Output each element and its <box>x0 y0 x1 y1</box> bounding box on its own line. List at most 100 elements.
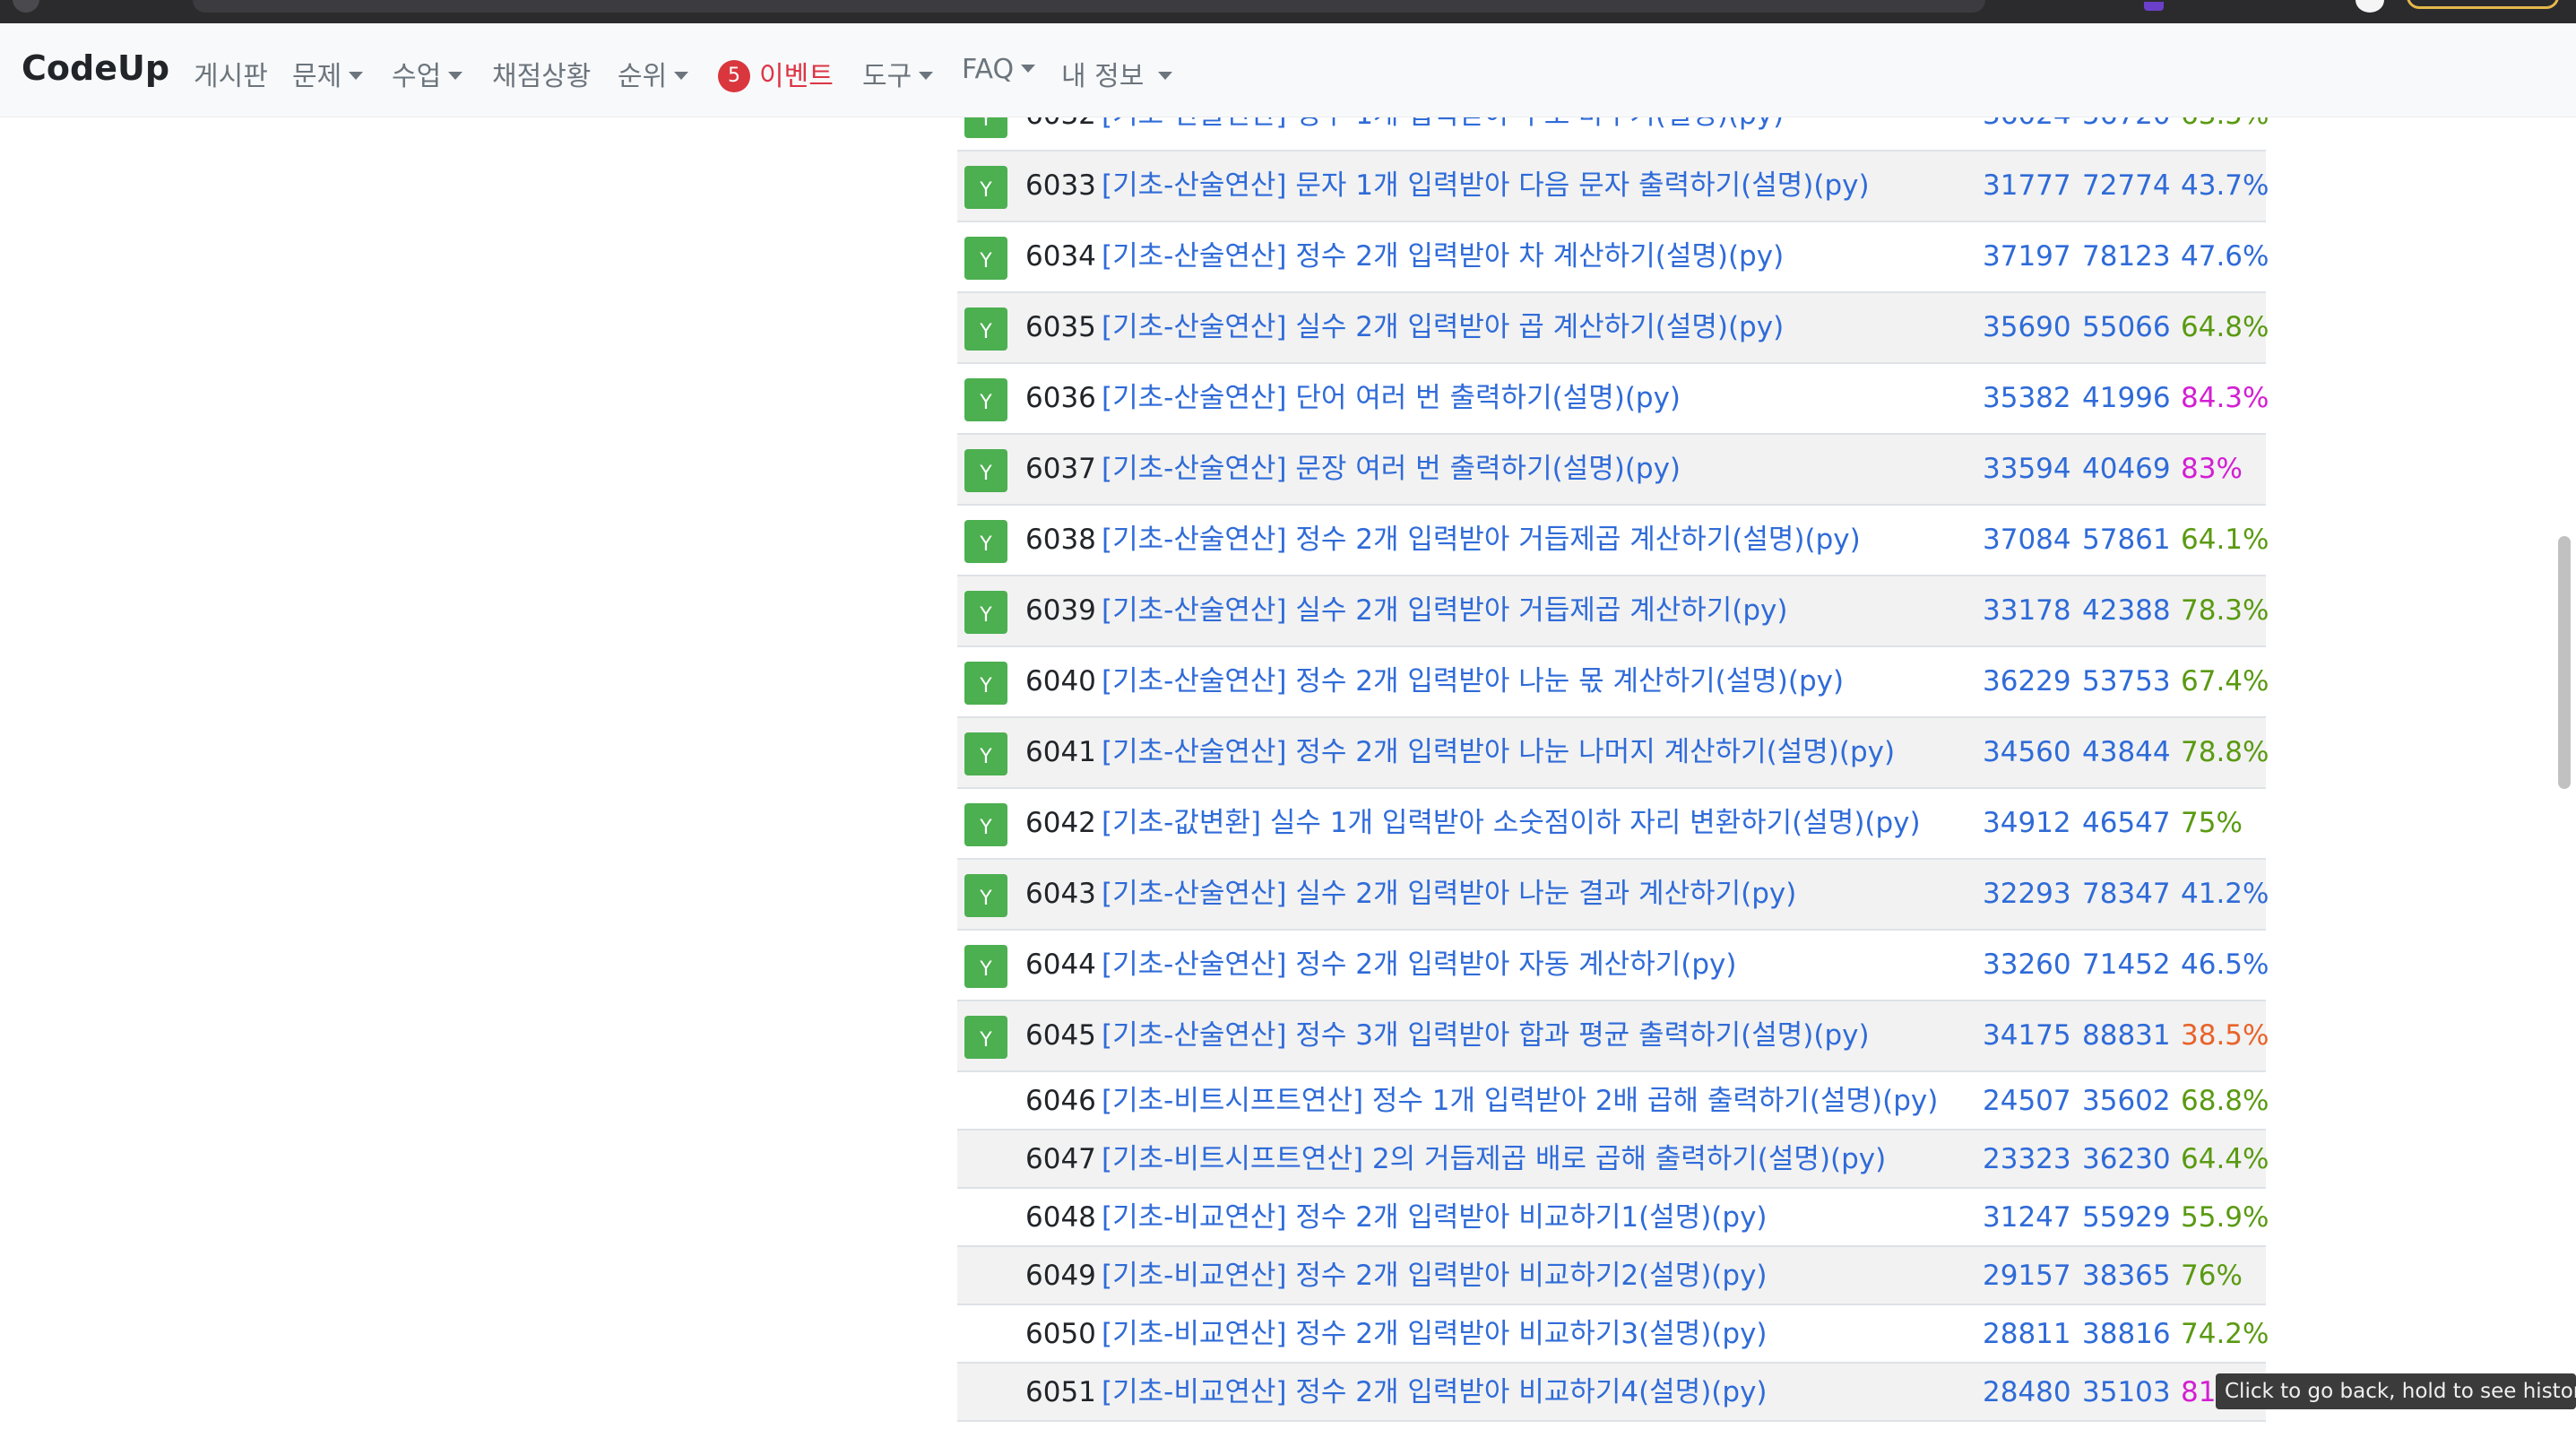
nav-problems[interactable]: 문제 <box>292 54 364 93</box>
problem-title-link[interactable]: [기초-비교연산] 정수 2개 입력받아 비교하기3(설명)(py) <box>1102 1316 1768 1352</box>
submit-count-link[interactable]: 40469 <box>2082 451 2171 487</box>
profile-icon[interactable] <box>2356 0 2384 13</box>
solved-count-link[interactable]: 33594 <box>1983 451 2071 487</box>
submit-count-link[interactable]: 38816 <box>2082 1316 2171 1352</box>
accuracy-rate: 64.8% <box>2181 311 2269 343</box>
submit-count-link[interactable]: 57861 <box>2082 522 2171 558</box>
problem-title-link[interactable]: [기초-산술연산] 실수 2개 입력받아 거듭제곱 계산하기(py) <box>1102 593 1788 628</box>
table-row: Y 6038 [기초-산술연산] 정수 2개 입력받아 거듭제곱 계산하기(설명)(… <box>957 506 2269 576</box>
nav-status[interactable]: 채점상황 <box>492 54 591 93</box>
solved-badge: Y <box>964 1016 1007 1059</box>
scrollbar-thumb[interactable] <box>2558 536 2571 789</box>
problem-id: 6038 <box>1025 524 1096 556</box>
problem-title-link[interactable]: [기초-산술연산] 정수 2개 입력받아 자동 계산하기(py) <box>1102 947 1736 983</box>
problem-title-link[interactable]: [기초-비교연산] 정수 2개 입력받아 비교하기4(설명)(py) <box>1102 1374 1768 1410</box>
solved-badge: Y <box>964 166 1007 209</box>
solved-count-link[interactable]: 37197 <box>1983 238 2071 274</box>
accuracy-rate: 43.7% <box>2181 169 2269 202</box>
nav-ranking[interactable]: 순위 <box>618 54 689 93</box>
nav-faq[interactable]: FAQ <box>962 54 1036 85</box>
solved-count-link[interactable]: 29157 <box>1983 1258 2071 1294</box>
problem-title-link[interactable]: [기초-산술연산] 정수 2개 입력받아 나눈 몫 계산하기(설명)(py) <box>1102 663 1844 699</box>
nav-my-info[interactable]: 내 정보 <box>1061 54 1173 93</box>
table-row: Y 6045 [기초-산술연산] 정수 3개 입력받아 합과 평균 출력하기(설명)… <box>957 1001 2269 1072</box>
submit-count-link[interactable]: 88831 <box>2082 1018 2171 1053</box>
address-bar[interactable] <box>193 0 1985 13</box>
accuracy-rate: 78.8% <box>2181 736 2269 768</box>
solved-count-link[interactable]: 34175 <box>1983 1018 2071 1053</box>
problem-id: 6045 <box>1025 1019 1096 1052</box>
solved-count-link[interactable]: 36229 <box>1983 663 2071 699</box>
solved-count-link[interactable]: 23323 <box>1983 1141 2071 1177</box>
nav-board[interactable]: 게시판 <box>194 54 268 93</box>
submit-count-link[interactable]: 35103 <box>2082 1374 2171 1410</box>
submit-count-link[interactable]: 41996 <box>2082 380 2171 416</box>
submit-count-link[interactable]: 78123 <box>2082 238 2171 274</box>
solved-count-link[interactable]: 34560 <box>1983 734 2071 770</box>
solved-count-link[interactable]: 28811 <box>1983 1316 2071 1352</box>
problem-title-link[interactable]: [기초-값변환] 실수 1개 입력받아 소숫점이하 자리 변환하기(설명)(py… <box>1102 805 1921 841</box>
problem-title-link[interactable]: [기초-비교연산] 정수 2개 입력받아 비교하기2(설명)(py) <box>1102 1258 1768 1294</box>
problem-title-link[interactable]: [기초-산술연산] 문자 1개 입력받아 다음 문자 출력하기(설명)(py) <box>1102 168 1870 204</box>
table-row: Y 6036 [기초-산술연산] 단어 여러 번 출력하기(설명)(py) 35382… <box>957 364 2269 435</box>
solved-badge: Y <box>964 945 1007 988</box>
accuracy-rate: 84.3% <box>2181 382 2269 414</box>
solved-count-link[interactable]: 31777 <box>1983 168 2071 204</box>
solved-count-link[interactable]: 24507 <box>1983 1083 2071 1119</box>
accuracy-rate: 47.6% <box>2181 240 2269 273</box>
problem-title-link[interactable]: [기초-산술연산] 실수 2개 입력받아 나눈 결과 계산하기(py) <box>1102 876 1796 912</box>
problem-id: 6046 <box>1025 1085 1096 1117</box>
table-row: Y 6033 [기초-산술연산] 문자 1개 입력받아 다음 문자 출력하기(설명)… <box>957 152 2269 222</box>
solved-count-link[interactable]: 33178 <box>1983 593 2071 628</box>
submit-count-link[interactable]: 55929 <box>2082 1200 2171 1235</box>
solved-count-link[interactable]: 35382 <box>1983 380 2071 416</box>
problem-title-link[interactable]: [기초-비트시프트연산] 2의 거듭제곱 배로 곱해 출력하기(설명)(py) <box>1102 1141 1886 1177</box>
problem-id: 6050 <box>1025 1318 1096 1350</box>
nav-event[interactable]: 5 이벤트 <box>718 54 834 94</box>
extension-icon[interactable] <box>2144 2 2164 11</box>
submit-count-link[interactable]: 53753 <box>2082 663 2171 699</box>
nav-tools[interactable]: 도구 <box>862 54 934 93</box>
solved-badge: Y <box>964 803 1007 846</box>
table-row: 6049 [기초-비교연산] 정수 2개 입력받아 비교하기2(설명)(py) 29… <box>957 1247 2266 1305</box>
submit-count-link[interactable]: 38365 <box>2082 1258 2171 1294</box>
solved-count-link[interactable]: 28480 <box>1983 1374 2071 1410</box>
back-button[interactable] <box>13 0 39 13</box>
submit-count-link[interactable]: 71452 <box>2082 947 2171 983</box>
solved-badge: Y <box>964 874 1007 917</box>
solved-count-link[interactable]: 32293 <box>1983 876 2071 912</box>
solved-count-link[interactable]: 35690 <box>1983 309 2071 345</box>
brand-logo[interactable]: CodeUp <box>22 48 169 88</box>
submit-count-link[interactable]: 43844 <box>2082 734 2171 770</box>
problem-id: 6037 <box>1025 453 1096 485</box>
submit-count-link[interactable]: 46547 <box>2082 805 2171 841</box>
submit-count-link[interactable]: 78347 <box>2082 876 2171 912</box>
problem-id: 6042 <box>1025 807 1096 839</box>
table-row: Y 6039 [기초-산술연산] 실수 2개 입력받아 거듭제곱 계산하기(py) 3… <box>957 576 2269 647</box>
submit-count-link[interactable]: 36230 <box>2082 1141 2171 1177</box>
chevron-down-icon <box>919 72 934 80</box>
submit-count-link[interactable]: 35602 <box>2082 1083 2171 1119</box>
accuracy-rate: 64.4% <box>2181 1143 2269 1175</box>
problem-title-link[interactable]: [기초-산술연산] 문장 여러 번 출력하기(설명)(py) <box>1102 451 1681 487</box>
nav-classes[interactable]: 수업 <box>392 54 463 93</box>
submit-count-link[interactable]: 55066 <box>2082 309 2171 345</box>
browser-action-button[interactable] <box>2407 0 2559 9</box>
submit-count-link[interactable]: 72774 <box>2082 168 2171 204</box>
problem-title-link[interactable]: [기초-산술연산] 정수 2개 입력받아 거듭제곱 계산하기(설명)(py) <box>1102 522 1861 558</box>
problem-title-link[interactable]: [기초-비트시프트연산] 정수 1개 입력받아 2배 곱해 출력하기(설명)(p… <box>1102 1083 1938 1119</box>
submit-count-link[interactable]: 42388 <box>2082 593 2171 628</box>
solved-count-link[interactable]: 37084 <box>1983 522 2071 558</box>
problem-title-link[interactable]: [기초-산술연산] 실수 2개 입력받아 곱 계산하기(설명)(py) <box>1102 309 1784 345</box>
solved-count-link[interactable]: 31247 <box>1983 1200 2071 1235</box>
problem-id: 6033 <box>1025 169 1096 202</box>
problem-title-link[interactable]: [기초-산술연산] 단어 여러 번 출력하기(설명)(py) <box>1102 380 1681 416</box>
solved-count-link[interactable]: 33260 <box>1983 947 2071 983</box>
accuracy-rate: 46.5% <box>2181 949 2269 981</box>
problem-title-link[interactable]: [기초-비교연산] 정수 2개 입력받아 비교하기1(설명)(py) <box>1102 1200 1768 1235</box>
problem-title-link[interactable]: [기초-산술연산] 정수 2개 입력받아 차 계산하기(설명)(py) <box>1102 238 1784 274</box>
problem-id: 6035 <box>1025 311 1096 343</box>
problem-title-link[interactable]: [기초-산술연산] 정수 3개 입력받아 합과 평균 출력하기(설명)(py) <box>1102 1018 1870 1053</box>
problem-title-link[interactable]: [기초-산술연산] 정수 2개 입력받아 나눈 나머지 계산하기(설명)(py) <box>1102 734 1895 770</box>
solved-count-link[interactable]: 34912 <box>1983 805 2071 841</box>
